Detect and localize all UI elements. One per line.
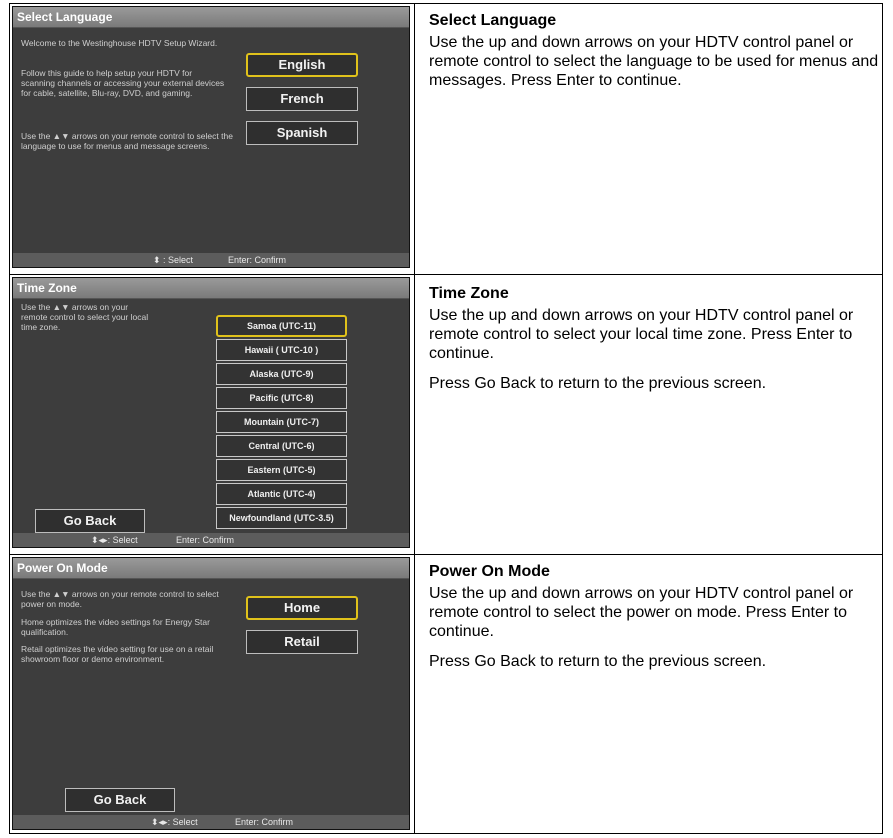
screen-footer: ⬍◂▸: Select Enter: Confirm (13, 533, 409, 547)
row-power-on-mode: Power On Mode Use the ▲▼ arrows on your … (10, 554, 882, 834)
arrows-text: Use the ▲▼ arrows on your remote control… (21, 131, 233, 151)
footer-confirm-hint: Enter: Confirm (176, 535, 235, 545)
footer-select-hint: ⬍◂▸: Select (151, 817, 198, 827)
section-paragraph: Use the up and down arrows on your HDTV … (429, 307, 854, 362)
section-paragraph: Use the up and down arrows on your HDTV … (429, 585, 854, 640)
footer-select-hint: ⬍ : Select (153, 255, 194, 265)
spanish-button[interactable]: Spanish (246, 121, 358, 145)
home-button[interactable]: Home (246, 596, 358, 620)
footer-select-hint: ⬍◂▸: Select (91, 535, 138, 545)
tz-option-alaska[interactable]: Alaska (UTC-9) (216, 363, 347, 385)
retail-info-text: Retail optimizes the video setting for u… (21, 644, 214, 664)
tz-option-newfoundland[interactable]: Newfoundland (UTC-3.5) (216, 507, 347, 529)
screen-body: Welcome to the Westinghouse HDTV Setup W… (13, 28, 409, 253)
tz-option-hawaii[interactable]: Hawaii ( UTC-10 ) (216, 339, 347, 361)
screen-title: Power On Mode (13, 558, 409, 579)
screen-footer: ⬍◂▸: Select Enter: Confirm (13, 815, 409, 829)
row-time-zone: Time Zone Use the ▲▼ arrows on your remo… (10, 274, 882, 550)
screen-title: Select Language (13, 7, 409, 28)
screen-body: Use the ▲▼ arrows on your remote control… (13, 579, 409, 815)
section-heading: Power On Mode (429, 563, 550, 580)
instruction-text: Use the ▲▼ arrows on your remote control… (21, 302, 149, 332)
section-paragraph: Press Go Back to return to the previous … (429, 375, 767, 392)
go-back-button[interactable]: Go Back (65, 788, 175, 812)
home-info-text: Home optimizes the video settings for En… (21, 617, 210, 637)
tz-option-central[interactable]: Central (UTC-6) (216, 435, 347, 457)
tz-option-eastern[interactable]: Eastern (UTC-5) (216, 459, 347, 481)
description-power-on-mode: Power On Mode Use the up and down arrows… (429, 562, 879, 671)
screen-power-on-mode: Power On Mode Use the ▲▼ arrows on your … (12, 557, 410, 830)
tz-option-pacific[interactable]: Pacific (UTC-8) (216, 387, 347, 409)
screen-select-language: Select Language Welcome to the Westingho… (12, 6, 410, 268)
guide-text: Follow this guide to help setup your HDT… (21, 68, 225, 98)
section-paragraph: Press Go Back to return to the previous … (429, 653, 767, 670)
description-select-language: Select Language Use the up and down arro… (429, 11, 879, 90)
english-button[interactable]: English (246, 53, 358, 77)
tz-option-samoa[interactable]: Samoa (UTC-11) (216, 315, 347, 337)
section-heading: Time Zone (429, 285, 509, 302)
section-paragraph: Use the up and down arrows on your HDTV … (429, 34, 879, 89)
screen-title: Time Zone (13, 278, 409, 299)
instruction-text: Use the ▲▼ arrows on your remote control… (21, 589, 219, 609)
screen-time-zone: Time Zone Use the ▲▼ arrows on your remo… (12, 277, 410, 548)
section-heading: Select Language (429, 12, 557, 29)
french-button[interactable]: French (246, 87, 358, 111)
instruction-table: Select Language Welcome to the Westingho… (9, 3, 883, 834)
go-back-button[interactable]: Go Back (35, 509, 145, 533)
footer-confirm-hint: Enter: Confirm (235, 817, 294, 827)
welcome-text: Welcome to the Westinghouse HDTV Setup W… (21, 38, 218, 48)
tz-option-atlantic[interactable]: Atlantic (UTC-4) (216, 483, 347, 505)
tz-option-mountain[interactable]: Mountain (UTC-7) (216, 411, 347, 433)
screen-body: Use the ▲▼ arrows on your remote control… (13, 299, 409, 533)
screen-footer: ⬍ : Select Enter: Confirm (13, 253, 409, 267)
footer-confirm-hint: Enter: Confirm (228, 255, 287, 265)
row-select-language: Select Language Welcome to the Westingho… (10, 4, 882, 270)
retail-button[interactable]: Retail (246, 630, 358, 654)
description-time-zone: Time Zone Use the up and down arrows on … (429, 284, 879, 393)
